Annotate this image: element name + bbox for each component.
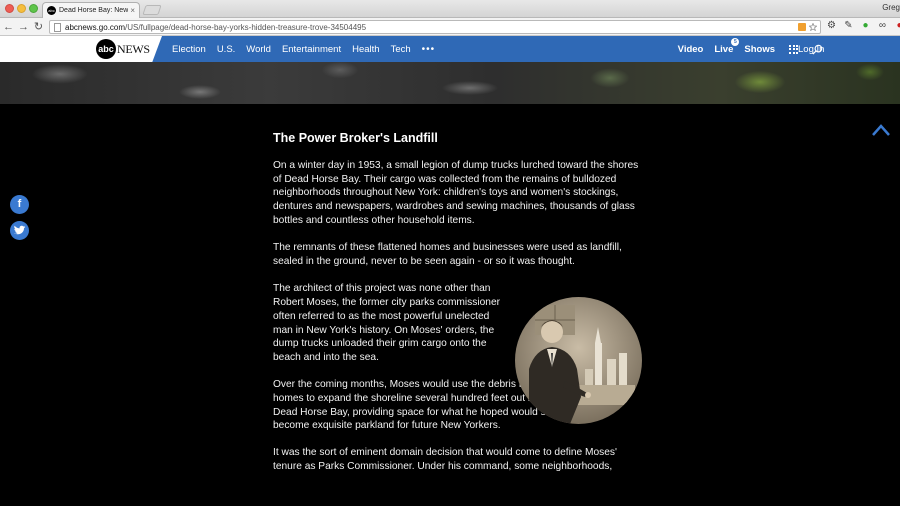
url-text: abcnews.go.com/US/fullpage/dead-horse-ba… xyxy=(65,22,367,32)
abc-favicon-icon: abc xyxy=(47,6,56,15)
news-wordmark: NEWS xyxy=(117,41,150,56)
eyedropper-icon[interactable]: ✎ xyxy=(843,20,854,32)
section-heading: The Power Broker's Landfill xyxy=(273,131,438,145)
browser-tab[interactable]: abc Dead Horse Bay: New York × xyxy=(42,2,140,18)
back-to-top-chevron-icon[interactable] xyxy=(871,123,891,137)
extension-icon[interactable]: ● xyxy=(860,20,871,32)
live-count-badge: 5 xyxy=(731,37,740,46)
reload-icon[interactable]: ↻ xyxy=(32,20,45,34)
minimize-window-button[interactable] xyxy=(17,4,26,13)
glasses-icon[interactable]: ∞ xyxy=(877,20,888,32)
tab-close-icon[interactable]: × xyxy=(130,6,135,15)
article-body: The Power Broker's Landfill On a winter … xyxy=(273,131,643,487)
nav-video[interactable]: Video xyxy=(678,44,704,55)
page-icon xyxy=(54,22,61,32)
more-menu-icon[interactable]: ••• xyxy=(422,44,436,55)
browser-tab-bar: abc Dead Horse Bay: New York × Greg xyxy=(0,0,900,18)
hero-image xyxy=(0,62,900,104)
close-window-button[interactable] xyxy=(5,4,14,13)
nav-entertainment[interactable]: Entertainment xyxy=(282,44,341,55)
nav-health[interactable]: Health xyxy=(352,44,379,55)
abc-news-logo[interactable]: abc NEWS xyxy=(0,36,162,62)
abc-logo-circle: abc xyxy=(96,39,116,59)
bookmark-star-icon[interactable] xyxy=(809,23,817,31)
article-paragraph: The remnants of these flattened homes an… xyxy=(273,242,622,267)
profile-name[interactable]: Greg xyxy=(882,3,900,12)
nav-election[interactable]: Election xyxy=(172,44,206,55)
back-icon[interactable]: ← xyxy=(2,20,15,34)
new-tab-button[interactable] xyxy=(142,5,162,15)
tab-title: Dead Horse Bay: New York xyxy=(59,7,129,14)
nav-shows[interactable]: Shows xyxy=(744,44,775,55)
adblock-icon[interactable]: ● xyxy=(894,20,900,32)
zoom-window-button[interactable] xyxy=(29,4,38,13)
facebook-share-icon[interactable]: f xyxy=(10,195,29,214)
main-nav: Election U.S. World Entertainment Health… xyxy=(172,44,435,55)
article-paragraph: It was the sort of eminent domain decisi… xyxy=(273,447,617,473)
rss-icon[interactable] xyxy=(798,23,806,31)
nav-tech[interactable]: Tech xyxy=(391,44,411,55)
nav-live[interactable]: Live 5 xyxy=(714,37,740,55)
login-link[interactable]: Log In xyxy=(798,44,824,55)
nav-world[interactable]: World xyxy=(246,44,271,55)
robert-moses-portrait-image xyxy=(515,297,642,424)
settings-icon[interactable]: ⚙ xyxy=(826,20,837,32)
site-header: abc NEWS Election U.S. World Entertainme… xyxy=(0,36,900,62)
browser-toolbar: ← → ↻ abcnews.go.com/US/fullpage/dead-ho… xyxy=(0,18,900,36)
article-paragraph: On a winter day in 1953, a small legion … xyxy=(273,160,639,226)
article-paragraph: The architect of this project was none o… xyxy=(273,283,501,363)
apps-grid-icon[interactable] xyxy=(789,44,798,54)
nav-us[interactable]: U.S. xyxy=(217,44,235,55)
address-bar[interactable]: abcnews.go.com/US/fullpage/dead-horse-ba… xyxy=(49,20,821,34)
forward-icon[interactable]: → xyxy=(17,20,30,34)
twitter-share-icon[interactable] xyxy=(10,221,29,240)
